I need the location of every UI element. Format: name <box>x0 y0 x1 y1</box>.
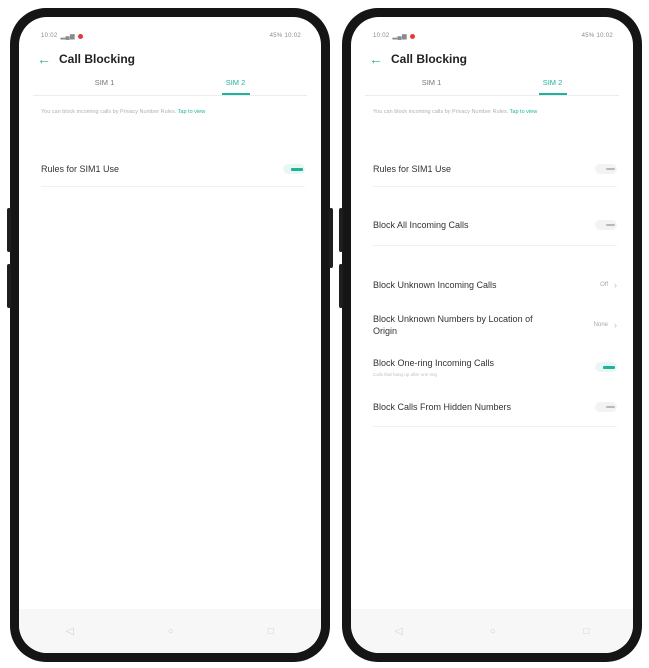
power-button <box>329 208 333 268</box>
volume-button <box>7 264 11 308</box>
notification-dot-icon <box>77 33 83 39</box>
signal-icon: ▂▄▆ <box>392 33 407 40</box>
signal-icon: ▂▄▆ <box>60 33 75 40</box>
block-one-ring-toggle[interactable] <box>595 362 617 372</box>
left-screen: 10:02 ▂▄▆ 45% 10:02 ← Call Blocking SIM … <box>19 17 321 653</box>
nav-recent-icon[interactable]: □ <box>583 626 589 637</box>
block-all-row[interactable]: Block All Incoming Calls <box>351 205 633 245</box>
status-bar: 10:02 ▂▄▆ 45% 10:02 <box>19 17 321 47</box>
description-link[interactable]: Tap to view <box>510 109 538 115</box>
row-value: Off <box>600 282 608 288</box>
status-bar: 10:02 ▂▄▆ 45% 10:02 <box>351 17 633 47</box>
right-phone: 10:02 ▂▄▆ 45% 10:02 ← Call Blocking SIM … <box>339 8 642 662</box>
description-text: You can block incoming calls by Privacy … <box>41 109 177 115</box>
sim-tabs: SIM 1 SIM 2 <box>371 75 613 95</box>
rules-sim1-row[interactable]: Rules for SIM1 Use <box>351 152 633 186</box>
status-time: 10:02 <box>41 33 58 39</box>
left-phone: 10:02 ▂▄▆ 45% 10:02 ← Call Blocking SIM … <box>7 8 333 662</box>
status-battery: 45% 10:02 <box>581 33 613 39</box>
header: ← Call Blocking <box>351 47 633 71</box>
tab-sim2[interactable]: SIM 2 <box>170 75 301 95</box>
nav-back-icon[interactable]: ◁ <box>66 626 74 637</box>
block-all-toggle[interactable] <box>595 220 617 230</box>
rules-sim1-toggle[interactable] <box>595 164 617 174</box>
back-arrow-icon[interactable]: ← <box>369 51 391 67</box>
row-label: Block Calls From Hidden Numbers <box>373 402 512 412</box>
row-label: Block Unknown Numbers by Location of Ori… <box>373 314 533 336</box>
page-title: Call Blocking <box>391 52 468 66</box>
nav-bar: ◁ ○ □ <box>19 609 321 653</box>
volume-button <box>339 264 343 308</box>
page-title: Call Blocking <box>59 52 136 66</box>
block-one-ring-row[interactable]: Block One-ring Incoming Calls Calls that… <box>351 346 633 388</box>
nav-bar: ◁ ○ □ <box>351 609 633 653</box>
row-label: Block One-ring Incoming Calls <box>373 358 495 368</box>
block-hidden-row[interactable]: Block Calls From Hidden Numbers <box>351 388 633 426</box>
divider <box>373 426 617 427</box>
block-unknown-row[interactable]: Block Unknown Incoming Calls Off › <box>351 266 633 304</box>
status-time: 10:02 <box>373 33 390 39</box>
description: You can block incoming calls by Privacy … <box>19 96 321 134</box>
rules-sim1-row[interactable]: Rules for SIM1 Use <box>19 152 321 186</box>
description-link[interactable]: Tap to view <box>178 109 206 115</box>
row-label: Rules for SIM1 Use <box>41 164 120 174</box>
row-sublabel: Calls that hang up after one ring <box>373 372 438 377</box>
nav-back-icon[interactable]: ◁ <box>395 626 403 637</box>
row-label: Block All Incoming Calls <box>373 220 469 230</box>
tab-sim2[interactable]: SIM 2 <box>492 75 613 95</box>
nav-home-icon[interactable]: ○ <box>490 626 496 637</box>
back-arrow-icon[interactable]: ← <box>37 51 59 67</box>
volume-button <box>7 208 11 252</box>
block-location-row[interactable]: Block Unknown Numbers by Location of Ori… <box>351 304 633 346</box>
row-label: Rules for SIM1 Use <box>373 164 452 174</box>
row-label: Block Unknown Incoming Calls <box>373 280 497 290</box>
status-battery: 45% 10:02 <box>269 33 301 39</box>
volume-button <box>339 208 343 252</box>
description-text: You can block incoming calls by Privacy … <box>373 109 509 115</box>
right-screen: 10:02 ▂▄▆ 45% 10:02 ← Call Blocking SIM … <box>351 17 633 653</box>
rules-sim1-toggle[interactable] <box>283 164 305 174</box>
tab-sim1[interactable]: SIM 1 <box>371 75 492 95</box>
row-value: None <box>593 322 608 328</box>
block-hidden-toggle[interactable] <box>595 402 617 412</box>
tab-sim1[interactable]: SIM 1 <box>39 75 170 95</box>
header: ← Call Blocking <box>19 47 321 71</box>
notification-dot-icon <box>409 33 415 39</box>
chevron-right-icon: › <box>614 320 617 330</box>
description: You can block incoming calls by Privacy … <box>351 96 633 134</box>
nav-recent-icon[interactable]: □ <box>268 626 274 637</box>
chevron-right-icon: › <box>614 280 617 290</box>
sim-tabs: SIM 1 SIM 2 <box>39 75 301 95</box>
nav-home-icon[interactable]: ○ <box>168 626 174 637</box>
divider <box>41 186 305 187</box>
